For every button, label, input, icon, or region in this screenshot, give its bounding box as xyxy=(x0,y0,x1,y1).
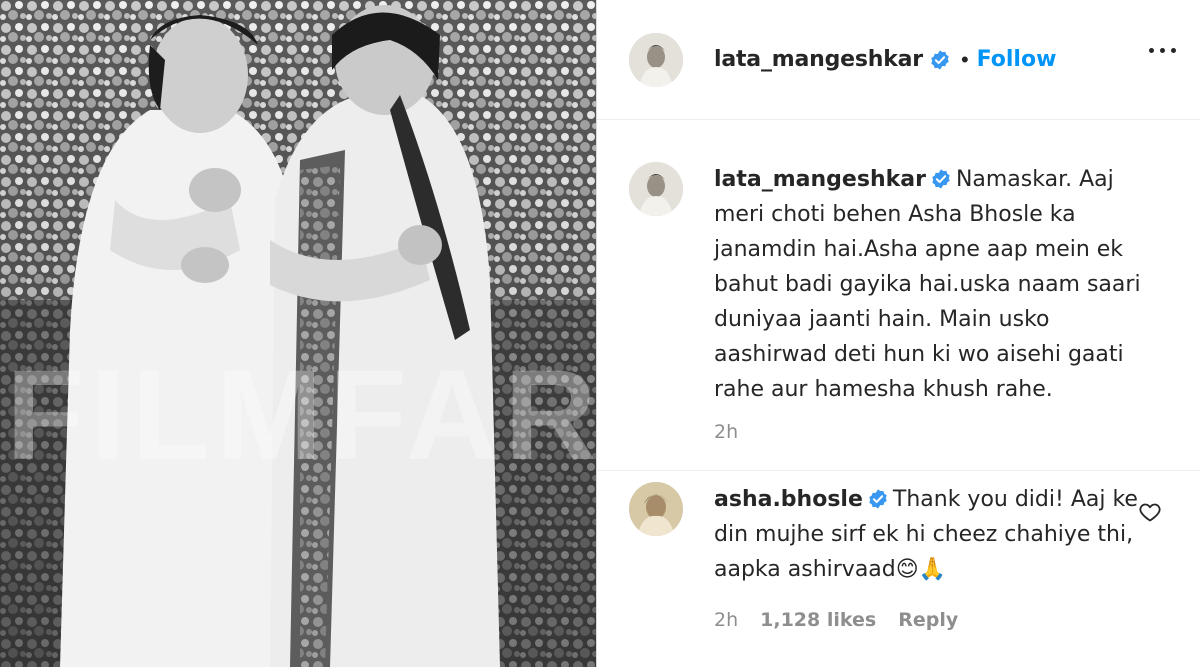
more-dot xyxy=(1149,48,1154,53)
comment-meta: 2h 1,128 likes Reply xyxy=(714,609,1154,631)
more-options-icon[interactable] xyxy=(1149,48,1176,53)
comment-likes[interactable]: 1,128 likes xyxy=(760,609,876,631)
commenter-username[interactable]: asha.bhosle xyxy=(714,487,863,512)
comment-body: asha.bhosle Thank you didi! Aaj ke din mu… xyxy=(714,482,1154,587)
caption-username[interactable]: lata_mangeshkar xyxy=(714,167,926,192)
caption-body: lata_mangeshkar Namaskar. Aaj meri choti … xyxy=(714,162,1154,407)
more-dot xyxy=(1171,48,1176,53)
caption-text: Namaskar. Aaj meri choti behen Asha Bhos… xyxy=(714,167,1141,402)
post-header: lata_mangeshkar • Follow xyxy=(597,0,1200,120)
photo-image xyxy=(0,0,596,667)
comments-divider xyxy=(597,470,1200,471)
heart-outline-icon[interactable] xyxy=(1138,500,1162,524)
photo-watermark: FILMFARE xyxy=(6,344,596,487)
instagram-post: FILMFARE lata_mangeshkar • Follow xyxy=(0,0,1200,667)
header-separator: • xyxy=(960,46,969,72)
post-side-panel: lata_mangeshkar • Follow lata_mangeshkar… xyxy=(596,0,1200,667)
verified-badge-icon xyxy=(932,169,950,189)
more-dot xyxy=(1160,48,1165,53)
comment-timestamp[interactable]: 2h xyxy=(714,609,738,631)
reply-button[interactable]: Reply xyxy=(898,609,958,631)
caption-avatar[interactable] xyxy=(629,162,683,216)
follow-button[interactable]: Follow xyxy=(977,47,1057,72)
post-photo[interactable]: FILMFARE xyxy=(0,0,596,667)
commenter-avatar[interactable] xyxy=(629,482,683,536)
author-username[interactable]: lata_mangeshkar xyxy=(714,47,923,72)
verified-badge-icon xyxy=(931,49,949,70)
comment-item: asha.bhosle Thank you didi! Aaj ke din mu… xyxy=(629,482,1189,631)
author-avatar[interactable] xyxy=(629,32,683,87)
caption-timestamp[interactable]: 2h xyxy=(714,421,1154,443)
post-caption: lata_mangeshkar Namaskar. Aaj meri choti … xyxy=(629,162,1189,443)
verified-badge-icon xyxy=(869,489,887,509)
